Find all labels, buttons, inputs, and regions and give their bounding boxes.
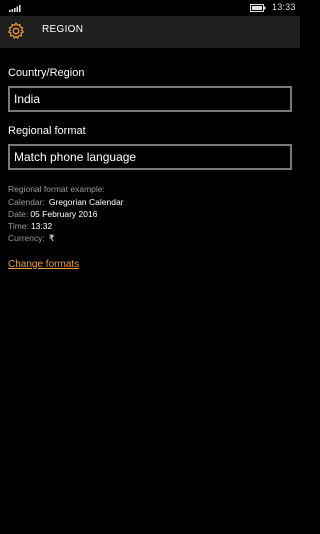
example-label: Date:	[8, 209, 29, 219]
regional-format-select[interactable]: Match phone language	[8, 144, 292, 170]
country-region-select[interactable]: India	[8, 86, 292, 112]
format-example-heading: Regional format example:	[8, 184, 105, 194]
gear-icon[interactable]	[6, 21, 26, 41]
page-title: REGION	[42, 24, 84, 35]
example-row-date: Date: 05 February 2016	[8, 209, 97, 219]
battery-icon	[250, 4, 266, 12]
country-region-value: India	[14, 92, 41, 106]
page-header: REGION	[0, 16, 300, 48]
status-time: 13:33	[272, 2, 296, 12]
country-region-label: Country/Region	[8, 67, 85, 79]
status-bar: 13:33	[0, 0, 300, 16]
example-value: Gregorian Calendar	[48, 197, 124, 207]
regional-format-label: Regional format	[8, 125, 86, 137]
example-label: Time:	[8, 221, 29, 231]
example-value: 05 February 2016	[30, 209, 98, 219]
example-value: 13:32	[30, 221, 53, 231]
change-formats-link[interactable]: Change formats	[8, 259, 79, 270]
example-label: Currency:	[8, 233, 45, 243]
example-row-currency: Currency: ₹	[8, 233, 54, 244]
example-value: ₹	[48, 233, 55, 243]
example-row-time: Time: 13:32	[8, 221, 52, 231]
signal-icon	[9, 5, 21, 12]
example-row-calendar: Calendar: Gregorian Calendar	[8, 197, 124, 207]
example-label: Calendar:	[8, 197, 45, 207]
regional-format-value: Match phone language	[14, 150, 137, 164]
